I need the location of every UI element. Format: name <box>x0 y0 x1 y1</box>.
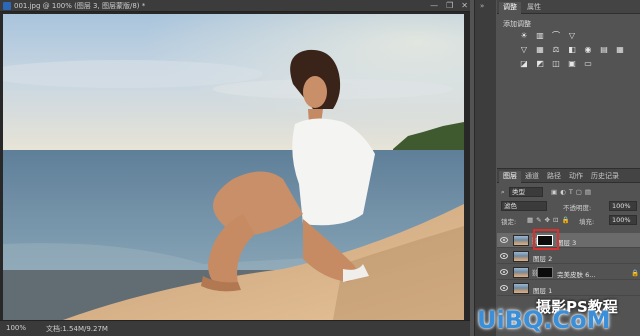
tab-properties[interactable]: 属性 <box>523 2 545 14</box>
invert-icon[interactable]: ◪ <box>519 58 529 68</box>
lock-icon: 🔒 <box>631 269 640 277</box>
layer-row-1[interactable]: 图层 1 <box>497 281 640 296</box>
photo-filter-icon[interactable]: ◉ <box>583 44 593 54</box>
layer-row-skin[interactable]: ⛓ 完美皮肤 6... 🔒 <box>497 265 640 280</box>
minimize-button[interactable]: — <box>430 0 438 12</box>
restore-button[interactable]: ❐ <box>446 0 453 12</box>
vibrance-icon[interactable]: ▽ <box>519 44 529 54</box>
filter-icons[interactable]: ▣◐T▢▤ <box>551 188 594 196</box>
photoshop-doc-icon <box>3 2 11 10</box>
zoom-level[interactable]: 100% <box>6 324 26 332</box>
watermark-line-2: UiBQ.CoM <box>477 306 611 334</box>
layer-name: 图层 3 <box>557 239 577 247</box>
filter-kind-select[interactable]: 类型 <box>509 187 543 197</box>
layer-mask-thumbnail[interactable] <box>537 267 553 278</box>
fill-label: 填充: <box>579 218 595 226</box>
eye-icon[interactable] <box>500 285 508 291</box>
black-white-icon[interactable]: ◧ <box>567 44 577 54</box>
image-canvas[interactable] <box>3 14 464 320</box>
document-window: 001.jpg @ 100% (图层 3, 图层蒙版/8) * — ❐ ✕ 10… <box>0 0 470 336</box>
layer-thumbnail <box>513 267 529 278</box>
adjustments-panel: 调整 属性 添加调整 ☀ ▥ ⌒ ▽ ▽ ▦ ⚖ ◧ ◉ ▤ ▦ ◪ ◩ ◫ ▣… <box>497 0 640 165</box>
adjustment-icons-row-2: ▽ ▦ ⚖ ◧ ◉ ▤ ▦ <box>519 44 625 54</box>
layer-row-3[interactable]: ⛓ 图层 3 <box>497 233 640 248</box>
layers-tabs: 图层 通道 路径 动作 历史记录 <box>497 169 640 183</box>
curves-icon[interactable]: ⌒ <box>551 30 561 40</box>
blend-mode-select[interactable]: 滤色 <box>501 201 547 211</box>
layer-name: 完美皮肤 6... <box>557 271 596 279</box>
levels-icon[interactable]: ▥ <box>535 30 545 40</box>
panel-dock-strip: » <box>474 0 496 336</box>
layer-name: 图层 1 <box>533 287 553 295</box>
adjustment-icons-row-3: ◪ ◩ ◫ ▣ ▭ <box>519 58 593 68</box>
status-bar: 100% 文档:1.54M/9.27M <box>0 320 470 336</box>
lock-icons[interactable]: ▦✎✥⊡🔒 <box>527 216 573 224</box>
channel-mixer-icon[interactable]: ▤ <box>599 44 609 54</box>
close-button[interactable]: ✕ <box>461 0 468 12</box>
eye-icon[interactable] <box>500 269 508 275</box>
tab-actions[interactable]: 动作 <box>565 171 587 183</box>
document-title: 001.jpg @ 100% (图层 3, 图层蒙版/8) * <box>14 2 146 10</box>
document-size: 文档:1.54M/9.27M <box>46 325 108 333</box>
layer-thumbnail <box>513 251 529 262</box>
opacity-label: 不透明度: <box>563 204 592 212</box>
mask-highlight-box <box>533 229 559 250</box>
layer-thumbnail <box>513 283 529 294</box>
lock-label: 锁定: <box>501 218 517 226</box>
document-tab[interactable]: 001.jpg @ 100% (图层 3, 图层蒙版/8) * — ❐ ✕ <box>0 0 470 12</box>
eye-icon[interactable] <box>500 237 508 243</box>
tab-layers[interactable]: 图层 <box>499 171 521 183</box>
adjustments-tabs: 调整 属性 <box>497 0 640 14</box>
search-icon: ⌕ <box>501 188 505 196</box>
hue-saturation-icon[interactable]: ▦ <box>535 44 545 54</box>
color-lookup-icon[interactable]: ▦ <box>615 44 625 54</box>
gradient-map-icon[interactable]: ▭ <box>583 58 593 68</box>
threshold-icon[interactable]: ◫ <box>551 58 561 68</box>
eye-icon[interactable] <box>500 253 508 259</box>
fill-field[interactable]: 100% <box>609 215 637 225</box>
color-balance-icon[interactable]: ⚖ <box>551 44 561 54</box>
tab-channels[interactable]: 通道 <box>521 171 543 183</box>
layer-thumbnail <box>513 235 529 246</box>
layer-row-2[interactable]: 图层 2 <box>497 249 640 264</box>
window-controls: — ❐ ✕ <box>430 0 468 12</box>
right-panels: 调整 属性 添加调整 ☀ ▥ ⌒ ▽ ▽ ▦ ⚖ ◧ ◉ ▤ ▦ ◪ ◩ ◫ ▣… <box>497 0 640 336</box>
selective-color-icon[interactable]: ▣ <box>567 58 577 68</box>
exposure-icon[interactable]: ▽ <box>567 30 577 40</box>
opacity-field[interactable]: 100% <box>609 201 637 211</box>
add-adjustment-title: 添加调整 <box>503 20 531 28</box>
beach-photo <box>3 14 464 320</box>
adjustment-icons-row-1: ☀ ▥ ⌒ ▽ <box>519 30 577 40</box>
posterize-icon[interactable]: ◩ <box>535 58 545 68</box>
brightness-icon[interactable]: ☀ <box>519 30 529 40</box>
collapse-icon[interactable]: » <box>480 2 484 10</box>
layer-name: 图层 2 <box>533 255 553 263</box>
tab-adjustments[interactable]: 调整 <box>499 2 521 14</box>
tab-history[interactable]: 历史记录 <box>587 171 623 183</box>
tab-paths[interactable]: 路径 <box>543 171 565 183</box>
